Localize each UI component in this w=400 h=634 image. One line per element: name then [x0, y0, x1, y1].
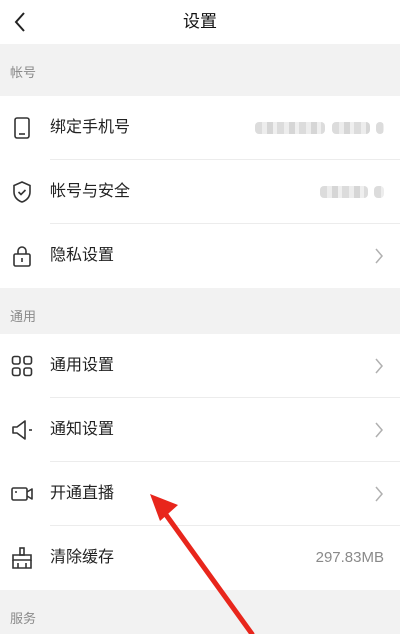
section-title: 服务 — [10, 611, 37, 626]
obscured-phone-value — [332, 122, 370, 134]
row-live[interactable]: 开通直播 — [0, 462, 400, 526]
section-title: 通用 — [10, 309, 37, 324]
phone-icon — [14, 117, 30, 139]
section-header-account: 帐号 — [0, 44, 400, 96]
section-header-service: 服务 — [0, 590, 400, 634]
broom-icon — [12, 547, 32, 569]
shield-check-icon — [13, 181, 31, 203]
obscured-phone-value — [255, 122, 325, 134]
obscured-phone-value — [376, 122, 384, 134]
row-general-settings[interactable]: 通用设置 — [0, 334, 400, 398]
row-clear-cache[interactable]: 清除缓存 297.83MB — [0, 526, 400, 590]
nav-bar: 设置 — [0, 0, 400, 44]
grid-icon — [11, 355, 33, 377]
row-privacy[interactable]: 隐私设置 — [0, 224, 400, 288]
row-label: 通知设置 — [50, 421, 115, 438]
chevron-right-icon — [375, 248, 383, 264]
row-label: 帐号与安全 — [50, 183, 131, 200]
cache-size-value: 297.83MB — [315, 549, 384, 566]
speaker-icon — [12, 420, 32, 440]
row-label: 开通直播 — [50, 485, 115, 502]
video-camera-icon — [11, 487, 33, 501]
row-label: 清除缓存 — [50, 549, 115, 566]
page-title: 设置 — [183, 12, 217, 31]
chevron-right-icon — [375, 422, 383, 438]
row-account-security[interactable]: 帐号与安全 — [0, 160, 400, 224]
section-header-general: 通用 — [0, 288, 400, 340]
row-label: 隐私设置 — [50, 247, 115, 264]
row-notification[interactable]: 通知设置 — [0, 398, 400, 462]
obscured-account-value — [374, 186, 384, 198]
row-bind-phone[interactable]: 绑定手机号 — [0, 96, 400, 160]
row-label: 绑定手机号 — [50, 119, 131, 136]
chevron-right-icon — [375, 486, 383, 502]
lock-icon — [13, 246, 31, 267]
chevron-right-icon — [375, 358, 383, 374]
obscured-account-value — [320, 186, 368, 198]
row-label: 通用设置 — [50, 357, 115, 374]
section-title: 帐号 — [10, 65, 37, 80]
